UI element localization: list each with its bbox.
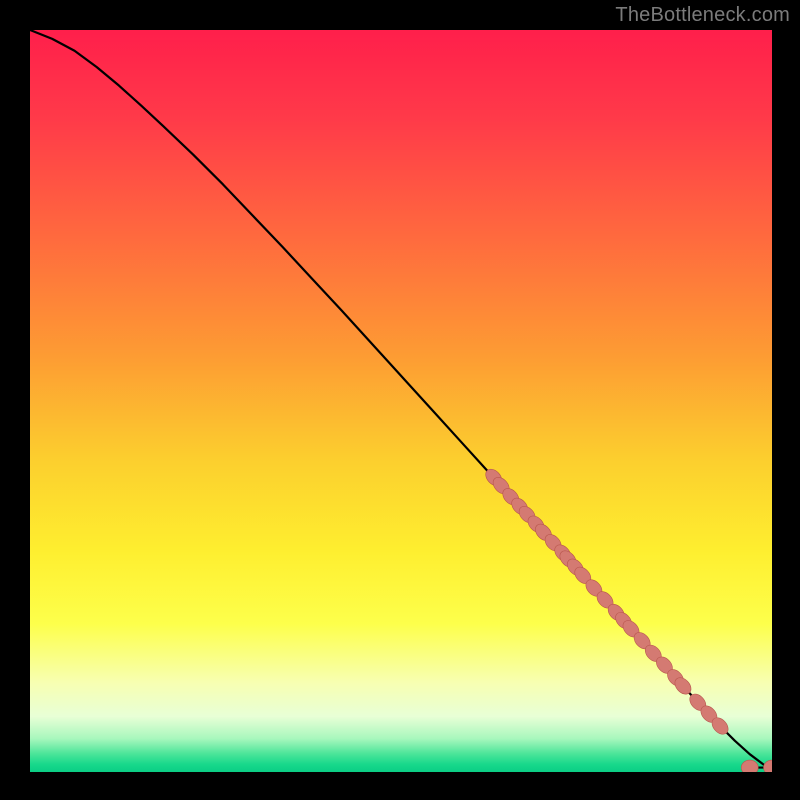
watermark-text: TheBottleneck.com [615, 4, 790, 27]
data-marker [741, 760, 758, 772]
chart-svg [30, 30, 772, 772]
chart-plot-area [30, 30, 772, 772]
chart-frame: TheBottleneck.com [0, 0, 800, 800]
